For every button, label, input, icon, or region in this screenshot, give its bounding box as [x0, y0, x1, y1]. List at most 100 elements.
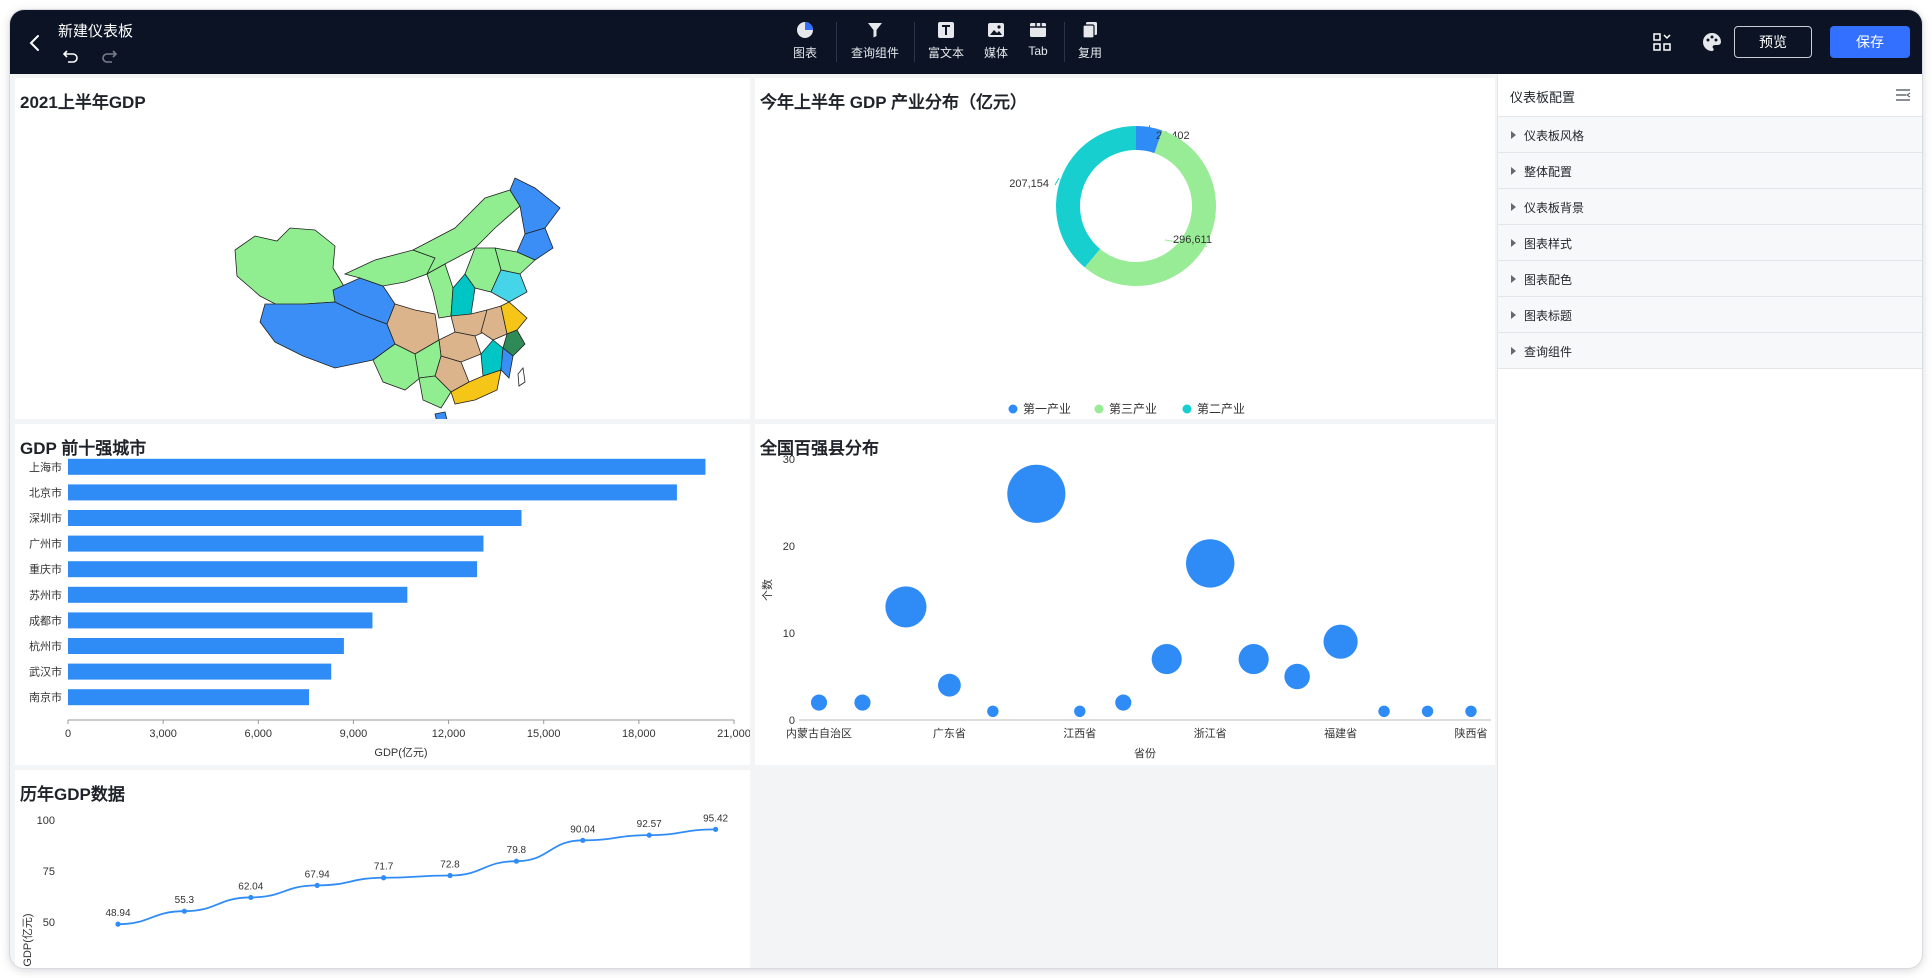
category-label: 武汉市: [29, 665, 62, 679]
dashboard-editor: 新建仪表板 图表 查询组件 富文本 媒体 Tab 复用 预览 保存 2021上半…: [10, 10, 1922, 968]
category-label: 南京市: [29, 690, 62, 704]
donut-label-line: [1054, 177, 1060, 186]
save-button[interactable]: 保存: [1830, 26, 1910, 58]
tool-chart-button[interactable]: 图表: [793, 20, 817, 61]
bubble-point: [1186, 539, 1235, 588]
tool-rich-text-button[interactable]: 富文本: [928, 20, 964, 61]
redo-icon[interactable]: [100, 47, 118, 65]
config-item-label: 图表配色: [1524, 273, 1573, 287]
line-point: [447, 872, 453, 879]
x-tick-label: 9,000: [340, 728, 368, 740]
tool-filter-label: 查询组件: [851, 46, 900, 60]
legend-label: 第一产业: [1023, 402, 1071, 416]
line-chart-panel[interactable]: 历年GDP数据 50 75 100 GDP(亿元) 48.94 55.3 62.04 67.9…: [15, 770, 750, 968]
config-item-label: 仪表板背景: [1524, 201, 1585, 215]
line-point: [713, 826, 719, 832]
legend-label: 第二产业: [1197, 402, 1245, 416]
x-tick-label: 0: [65, 728, 71, 740]
config-item-chart-colors[interactable]: 图表配色: [1498, 261, 1922, 297]
preview-button[interactable]: 预览: [1734, 26, 1812, 58]
undo-icon[interactable]: [62, 47, 80, 65]
category-label: 北京市: [29, 485, 62, 499]
bubble-chart: 0 10 20 30 内蒙古自治区 广东省 江西省 浙江省 福建省 陕西省省份 个数: [761, 454, 1491, 760]
map-chart-panel[interactable]: 2021上半年GDP: [15, 78, 750, 419]
bubble-point: [1074, 705, 1086, 717]
x-tick-label: 15,000: [527, 728, 561, 740]
config-sidebar-title: 仪表板配置: [1510, 90, 1576, 105]
bar: [68, 484, 677, 501]
legend-marker: [1008, 404, 1018, 414]
caret-right-icon: [1511, 347, 1516, 355]
x-tick-label: 浙江省: [1194, 727, 1227, 740]
map-region-hainan: [434, 411, 448, 419]
donut-chart: 28,402296,611207,154第一产业第三产业第二产业: [1008, 125, 1245, 416]
line-point: [181, 908, 187, 914]
bubble-point: [1421, 705, 1434, 717]
config-item-label: 整体配置: [1524, 165, 1573, 179]
y-tick-label: 30: [783, 454, 795, 466]
config-item-dashboard-style[interactable]: 仪表板风格: [1498, 117, 1922, 153]
bubble-point: [1465, 705, 1477, 717]
tool-reuse-label: 复用: [1078, 46, 1103, 60]
x-tick-label: 广东省: [933, 727, 966, 740]
pie-chart-icon: [797, 22, 813, 38]
line-chart: 50 75 100 GDP(亿元) 48.94 55.3 62.04 67.94 71.7 72.…: [21, 813, 729, 966]
rich-text-icon: [938, 22, 954, 38]
tool-chart-label: 图表: [793, 46, 818, 60]
caret-right-icon: [1511, 131, 1516, 139]
back-arrow-icon[interactable]: [24, 32, 46, 54]
y-tick-label: 20: [783, 541, 795, 553]
map-region-shaanxi: [426, 263, 454, 319]
line-point: [646, 832, 652, 838]
donut-slice: [1056, 126, 1136, 268]
bubble-point: [1115, 694, 1132, 711]
bar-chart: 上海市北京市深圳市广州市重庆市苏州市成都市杭州市武汉市南京市 0 3,000 6,00…: [29, 458, 750, 759]
collapse-menu-icon[interactable]: [1895, 88, 1911, 102]
tool-media-label: 媒体: [984, 46, 1009, 60]
config-item-overall[interactable]: 整体配置: [1498, 153, 1922, 189]
category-label: 重庆市: [29, 562, 62, 576]
config-item-chart-style[interactable]: 图表样式: [1498, 225, 1922, 261]
donut-data-label: 296,611: [1173, 234, 1212, 246]
line-data-label: 62.04: [238, 881, 263, 892]
category-label: 上海市: [29, 460, 62, 474]
bubble-point: [1007, 464, 1066, 523]
bar-chart-panel[interactable]: GDP 前十强城市 上海市 北京市 深圳市 广州市 重庆市 苏州市 成都市 杭州市 武汉市 南京市…: [15, 424, 750, 765]
line-data-label: 79.8: [507, 845, 527, 856]
map-region-xinjiang: [234, 227, 346, 309]
tool-reuse-button[interactable]: 复用: [1078, 20, 1102, 61]
caret-right-icon: [1511, 311, 1516, 319]
donut-chart-panel[interactable]: 今年上半年 GDP 产业分布（亿元） 28,402296,611207,154第…: [755, 78, 1495, 419]
legend-label: 第三产业: [1109, 402, 1157, 416]
category-label: 深圳市: [29, 511, 62, 525]
dashboard-title[interactable]: 新建仪表板: [58, 20, 133, 41]
bubble-point: [987, 705, 999, 717]
tool-media-button[interactable]: 媒体: [984, 20, 1008, 61]
bar: [68, 612, 373, 629]
y-axis-title: 个数: [761, 579, 774, 601]
tool-tab-button[interactable]: Tab: [1028, 20, 1048, 58]
x-tick-label: 18,000: [622, 728, 656, 740]
x-tick-label: 12,000: [432, 728, 466, 740]
toolbar-divider: [1064, 22, 1065, 62]
copy-icon: [1082, 22, 1097, 39]
category-label: 成都市: [29, 613, 62, 627]
config-item-label: 图表样式: [1524, 237, 1573, 251]
config-item-chart-title[interactable]: 图表标题: [1498, 297, 1922, 333]
series-line: [117, 828, 716, 926]
line-point: [513, 858, 519, 864]
x-tick-label: 内蒙古自治区: [786, 726, 852, 740]
x-tick-label: 6,000: [245, 728, 273, 740]
line-data-label: 95.42: [703, 813, 728, 824]
palette-icon[interactable]: [1700, 30, 1724, 54]
layout-icon[interactable]: [1650, 30, 1674, 54]
bubble-point: [1238, 644, 1269, 675]
y-tick-label: 100: [37, 815, 55, 827]
tool-filter-button[interactable]: 查询组件: [851, 20, 899, 61]
config-item-background[interactable]: 仪表板背景: [1498, 189, 1922, 225]
config-item-query-widget[interactable]: 查询组件: [1498, 333, 1922, 369]
bubble-point: [885, 586, 927, 628]
category-label: 广州市: [29, 537, 62, 551]
bubble-chart-panel[interactable]: 全国百强县分布 0 10 20 30 内蒙古自治区 广东省 江西省 浙江省 福建省 陕西省 省份 个数: [755, 424, 1495, 765]
x-tick-label: 福建省: [1324, 726, 1357, 740]
